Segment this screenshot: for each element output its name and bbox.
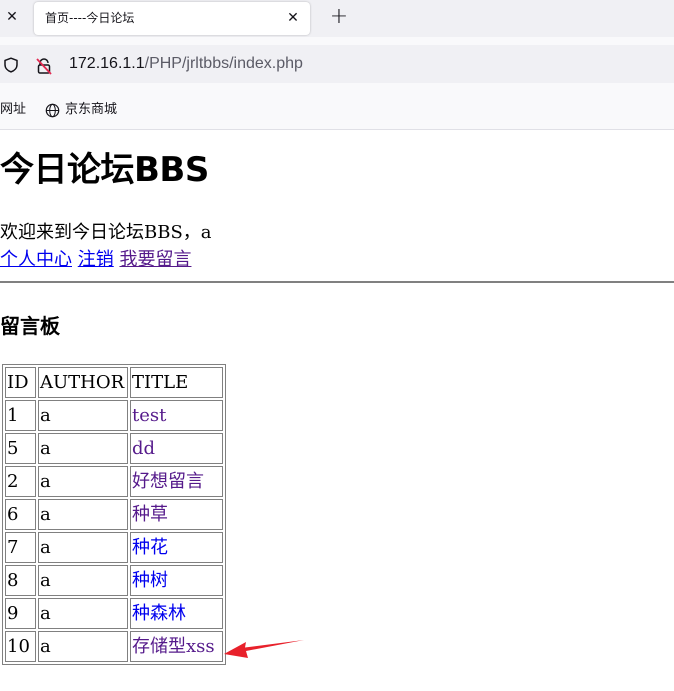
table-row: 2 a 好想留言	[5, 466, 223, 497]
cell-id: 8	[5, 565, 36, 596]
close-icon[interactable]: ✕	[4, 9, 20, 25]
header-title: TITLE	[130, 367, 223, 398]
url-bar[interactable]: 172.16.1.1/PHP/jrltbbs/index.php	[0, 45, 674, 83]
cell-id: 1	[5, 400, 36, 431]
divider	[0, 281, 674, 283]
post-title-link[interactable]: 种花	[132, 537, 168, 558]
cell-author: a	[38, 466, 128, 497]
profile-link[interactable]: 个人中心	[0, 249, 72, 270]
tab-active[interactable]: 首页----今日论坛 ✕	[34, 2, 310, 35]
cell-id: 6	[5, 499, 36, 530]
post-title-link[interactable]: dd	[132, 438, 155, 459]
header-author: AUTHOR	[38, 367, 128, 398]
cell-author: a	[38, 532, 128, 563]
insecure-lock-icon[interactable]	[35, 57, 53, 75]
annotation-arrow-icon	[224, 640, 304, 658]
table-header-row: ID AUTHOR TITLE	[5, 367, 223, 398]
url-host: 172.16.1.1	[69, 55, 145, 72]
cell-author: a	[38, 499, 128, 530]
nav-bar: 172.16.1.1/PHP/jrltbbs/index.php	[0, 37, 674, 91]
bookmarks-toolbar: 网址 京东商城	[0, 91, 674, 130]
cell-author: a	[38, 565, 128, 596]
cell-id: 7	[5, 532, 36, 563]
table-row: 9 a 种森林	[5, 598, 223, 629]
welcome-text: 欢迎来到今日论坛BBS，a	[0, 222, 212, 243]
cell-author: a	[38, 598, 128, 629]
cell-id: 2	[5, 466, 36, 497]
table-row: 1 a test	[5, 400, 223, 431]
post-message-link[interactable]: 我要留言	[119, 249, 191, 270]
cell-author: a	[38, 433, 128, 464]
table-row: 10 a 存储型xss	[5, 631, 223, 662]
new-tab-plus-icon[interactable]: +	[327, 5, 351, 29]
tab-title: 首页----今日论坛	[45, 11, 135, 25]
header-id: ID	[5, 367, 36, 398]
bookmark-jd[interactable]: 京东商城	[65, 102, 117, 118]
page-title: 今日论坛BBS	[0, 150, 209, 190]
posts-table: ID AUTHOR TITLE 1 a test 5 a dd 2 a 好想留言…	[2, 364, 226, 665]
logout-link[interactable]: 注销	[78, 249, 114, 270]
page-content: 今日论坛BBS 欢迎来到今日论坛BBS，a 个人中心 注销 我要留言 留言板 I…	[0, 130, 674, 691]
cell-id: 10	[5, 631, 36, 662]
post-title-link[interactable]: 种森林	[132, 603, 186, 624]
url-path: /PHP/jrltbbs/index.php	[144, 55, 303, 72]
cell-author: a	[38, 631, 128, 662]
post-title-link[interactable]: 种草	[132, 504, 168, 525]
tab-close-icon[interactable]: ✕	[284, 9, 302, 27]
post-title-link[interactable]: test	[132, 405, 166, 426]
url-text[interactable]: 172.16.1.1/PHP/jrltbbs/index.php	[69, 54, 303, 74]
post-title-link[interactable]: 好想留言	[132, 471, 204, 492]
table-row: 8 a 种树	[5, 565, 223, 596]
globe-icon	[45, 103, 60, 118]
shield-icon[interactable]	[3, 57, 19, 73]
bookmark-wangzhi[interactable]: 网址	[0, 102, 26, 118]
table-row: 5 a dd	[5, 433, 223, 464]
cell-author: a	[38, 400, 128, 431]
cell-id: 5	[5, 433, 36, 464]
cell-id: 9	[5, 598, 36, 629]
user-links: 个人中心 注销 我要留言	[0, 249, 191, 271]
table-row: 6 a 种草	[5, 499, 223, 530]
post-title-link[interactable]: 种树	[132, 570, 168, 591]
board-title: 留言板	[0, 314, 60, 338]
tab-strip: ✕ 首页----今日论坛 ✕ +	[0, 0, 674, 37]
table-row: 7 a 种花	[5, 532, 223, 563]
post-title-link[interactable]: 存储型xss	[132, 636, 215, 657]
